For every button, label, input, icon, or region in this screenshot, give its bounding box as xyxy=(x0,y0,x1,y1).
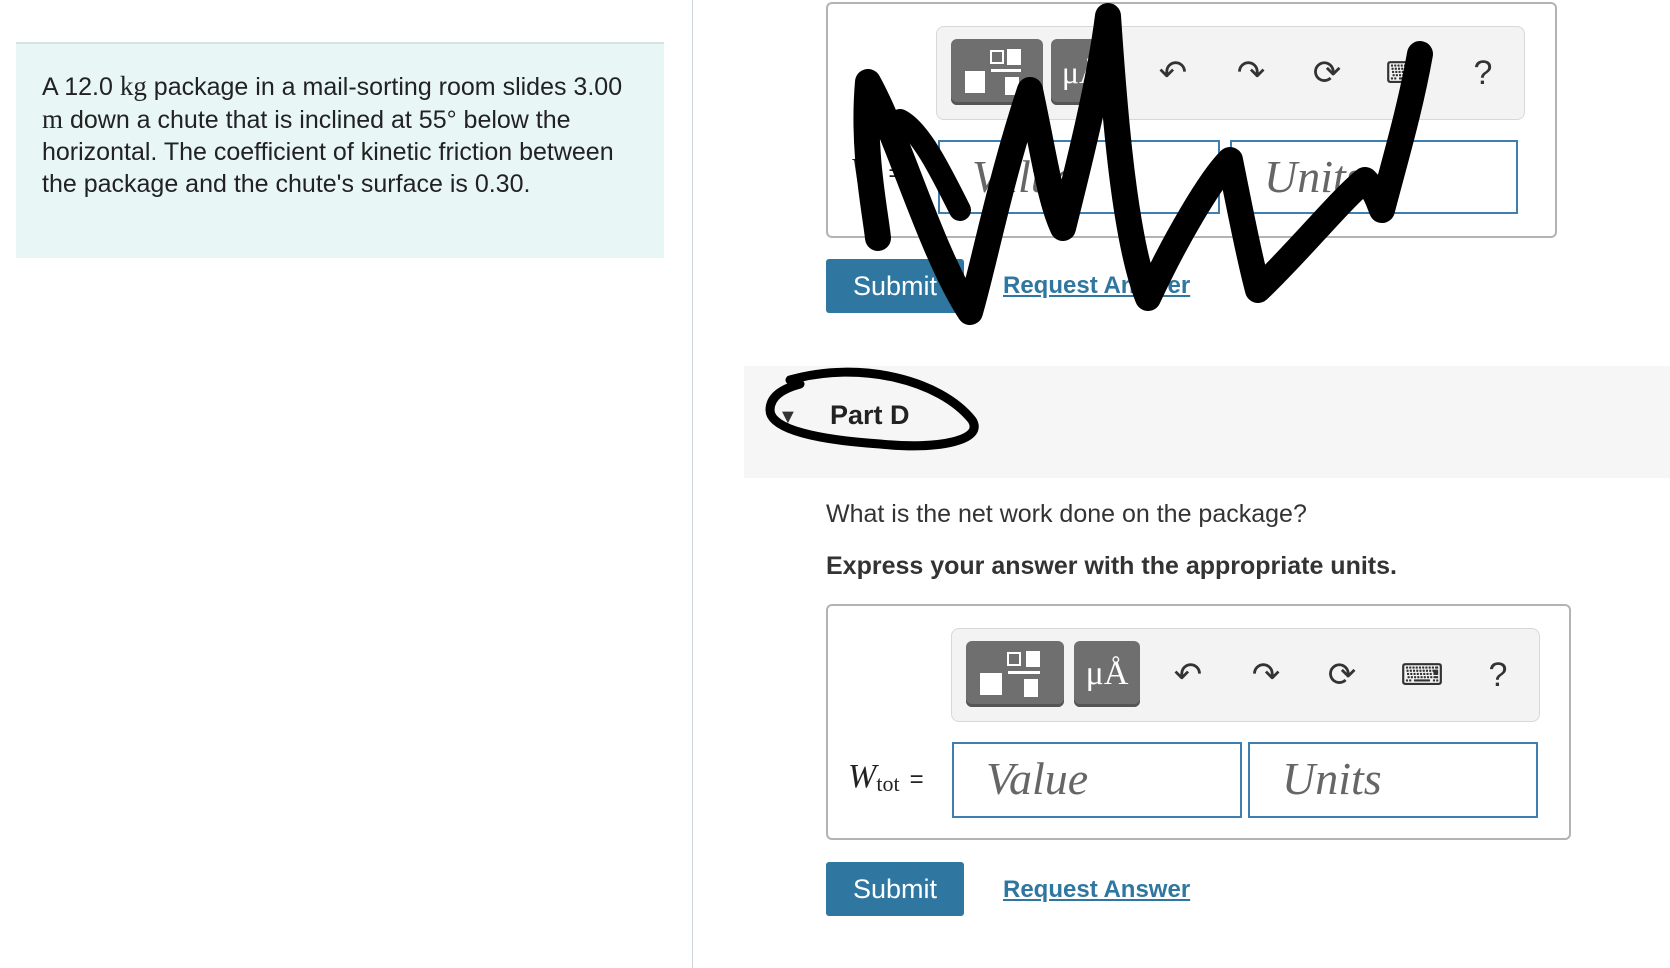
partd-submit-button[interactable]: Submit xyxy=(826,862,964,916)
partd-title: Part D xyxy=(830,400,910,430)
reset-icon[interactable]: ⟳ xyxy=(1318,651,1366,699)
undo-icon[interactable]: ↶ xyxy=(1149,49,1197,97)
partd-request-answer-link[interactable]: Request Answer xyxy=(1003,876,1190,904)
partd-question: What is the net work done on the package… xyxy=(826,500,1307,528)
unit-kg: kg xyxy=(119,71,147,101)
partd-value-input[interactable]: Value xyxy=(952,742,1242,818)
partd-variable-label: Wtot = xyxy=(848,758,924,796)
redo-icon[interactable]: ↷ xyxy=(1227,49,1275,97)
collapse-arrow-icon[interactable]: ▼ xyxy=(778,406,798,429)
reset-icon[interactable]: ⟳ xyxy=(1303,49,1351,97)
redo-icon[interactable]: ↷ xyxy=(1242,651,1290,699)
partc-toolbar: μÅ ↶ ↷ ⟳ ⌨ ? xyxy=(936,26,1525,120)
unit-m: m xyxy=(42,104,64,134)
partc-value-input[interactable]: Value xyxy=(938,140,1220,214)
partd-symbols-button[interactable]: μÅ xyxy=(1074,641,1140,707)
partd-answer-box: μÅ ↶ ↷ ⟳ ⌨ ? Wtot = Value Units xyxy=(826,604,1571,840)
keyboard-icon[interactable]: ⌨ xyxy=(1383,49,1431,97)
partc-symbols-button[interactable]: μÅ xyxy=(1051,39,1113,105)
partc-submit-button[interactable]: Submit xyxy=(826,259,964,313)
partc-units-input[interactable]: Units xyxy=(1230,140,1518,214)
partd-header[interactable]: ▼ Part D xyxy=(744,366,1670,478)
partd-units-input[interactable]: Units xyxy=(1248,742,1538,818)
partc-answer-box: μÅ ↶ ↷ ⟳ ⌨ ? W = Value Units xyxy=(826,2,1557,238)
partc-request-answer-link[interactable]: Request Answer xyxy=(1003,272,1190,300)
undo-icon[interactable]: ↶ xyxy=(1164,651,1212,699)
partd-instruction: Express your answer with the appropriate… xyxy=(826,552,1397,580)
partd-toolbar: μÅ ↶ ↷ ⟳ ⌨ ? xyxy=(951,628,1540,722)
help-icon[interactable]: ? xyxy=(1459,49,1507,97)
keyboard-icon[interactable]: ⌨ xyxy=(1398,651,1446,699)
partc-variable-label: W = xyxy=(850,152,903,189)
problem-statement-box: A 12.0 kg package in a mail-sorting room… xyxy=(16,42,664,258)
problem-statement: A 12.0 kg package in a mail-sorting room… xyxy=(42,71,623,198)
templates-icon xyxy=(965,49,1021,95)
problem-pane: A 12.0 kg package in a mail-sorting room… xyxy=(0,0,693,968)
templates-icon xyxy=(980,651,1040,697)
help-icon[interactable]: ? xyxy=(1474,651,1522,699)
partc-templates-button[interactable] xyxy=(951,39,1043,105)
partd-templates-button[interactable] xyxy=(966,641,1064,707)
